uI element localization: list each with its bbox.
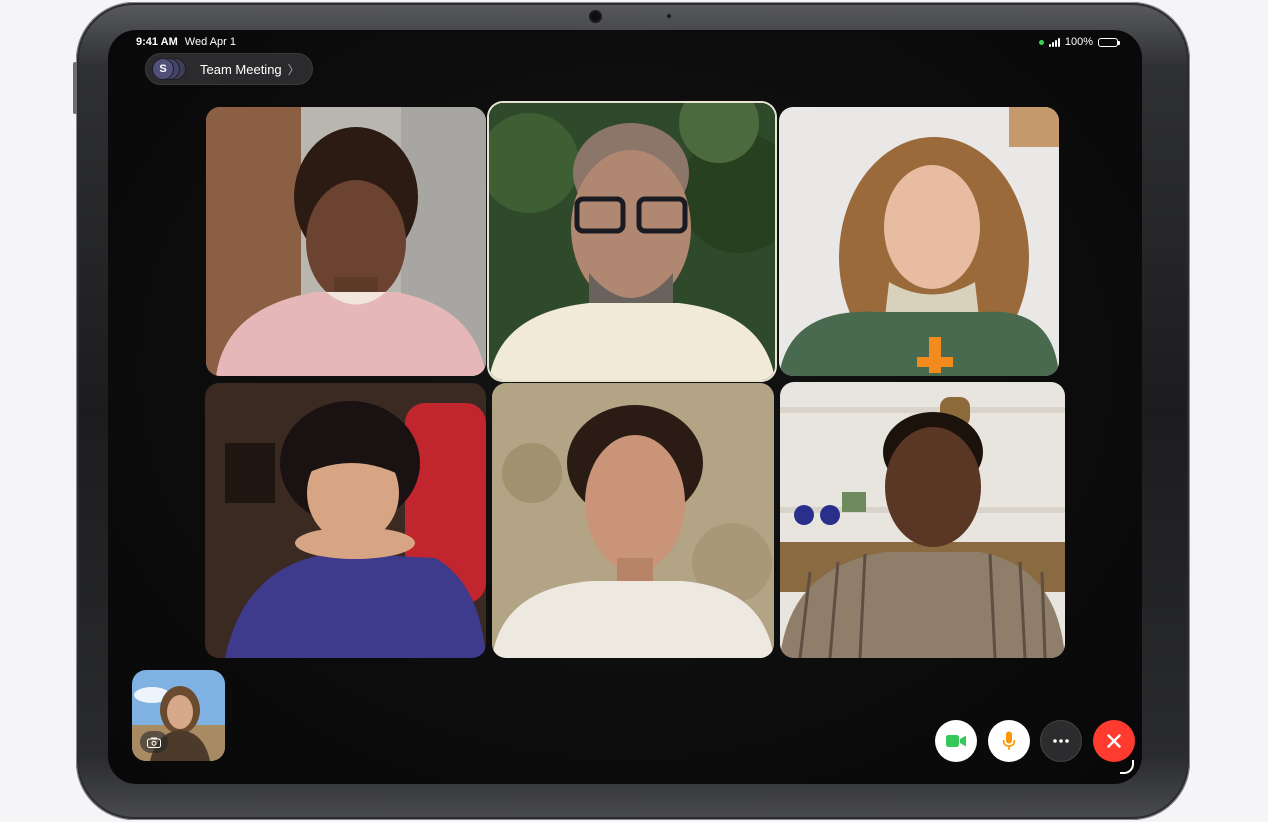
avatar: S — [152, 58, 174, 80]
chevron-right-icon: 〉 — [287, 62, 300, 77]
microphone-icon — [1002, 731, 1016, 750]
status-bar-left: 9:41 AM Wed Apr 1 — [136, 36, 236, 48]
video-toggle-button[interactable] — [935, 720, 977, 762]
participant-video — [489, 103, 775, 380]
home-indicator — [1120, 760, 1134, 774]
status-time: 9:41 AM — [136, 36, 178, 48]
mute-button[interactable] — [988, 720, 1030, 762]
more-options-button[interactable] — [1040, 720, 1082, 762]
participant-tile[interactable] — [492, 383, 774, 658]
close-icon — [1107, 734, 1121, 748]
group-name-button[interactable]: S Team Meeting 〉 — [145, 53, 313, 85]
participant-tile-active[interactable] — [489, 103, 775, 380]
camera-flip-icon — [147, 737, 161, 748]
camera-in-use-indicator — [1038, 39, 1044, 45]
ellipsis-icon — [1053, 739, 1069, 743]
group-avatars: S — [150, 57, 194, 81]
participant-video — [205, 383, 486, 658]
end-call-button[interactable] — [1093, 720, 1135, 762]
video-camera-icon — [946, 735, 966, 747]
participant-tile[interactable] — [780, 382, 1065, 658]
participant-video — [780, 382, 1065, 658]
front-camera — [591, 12, 600, 21]
sensor — [667, 14, 671, 18]
side-button — [73, 62, 77, 114]
participant-video — [779, 107, 1059, 376]
participant-tile[interactable] — [206, 107, 486, 376]
participant-video — [492, 383, 774, 658]
participant-video — [206, 107, 486, 376]
status-date: Wed Apr 1 — [184, 36, 236, 48]
self-view-preview[interactable] — [132, 670, 225, 761]
flip-camera-button[interactable] — [140, 731, 168, 753]
battery-icon — [1098, 37, 1120, 47]
status-bar-right: 100% — [1038, 36, 1120, 48]
wifi-signal-icon — [1048, 37, 1060, 47]
facetime-screen: 9:41 AM Wed Apr 1 100% S Team Meeting 〉 — [108, 30, 1142, 784]
group-name: Team Meeting — [200, 61, 282, 77]
participant-tile[interactable] — [205, 383, 486, 658]
battery-percent: 100% — [1064, 36, 1093, 48]
participant-tile[interactable] — [779, 107, 1059, 376]
